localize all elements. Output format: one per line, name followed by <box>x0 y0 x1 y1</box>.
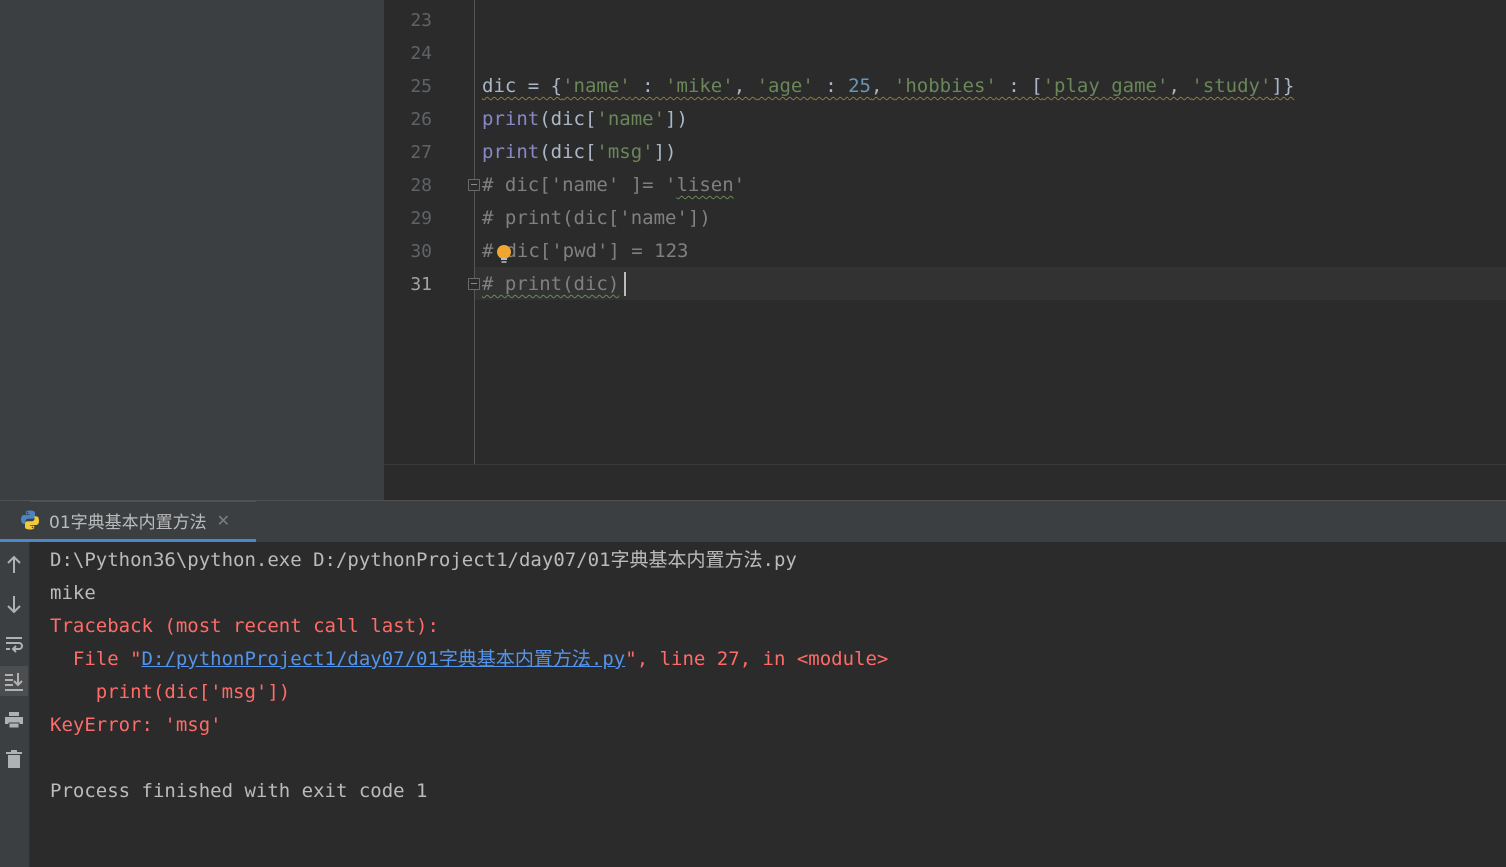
scroll-to-end-icon[interactable] <box>0 666 28 696</box>
run-tab-label: 01字典基本内置方法 <box>49 512 207 533</box>
console-command-line: D:\Python36\python.exe D:/pythonProject1… <box>50 549 797 571</box>
close-icon[interactable]: ✕ <box>217 511 230 530</box>
code-line-28[interactable]: # dic['name' ]= 'lisen' <box>482 169 745 202</box>
line-number: 25 <box>410 76 432 97</box>
line-number: 28 <box>410 175 432 196</box>
lightbulb-icon[interactable] <box>496 244 512 264</box>
process-exit-message: Process finished with exit code 1 <box>50 780 428 802</box>
error-message: KeyError: 'msg' <box>50 714 222 736</box>
fold-end-icon[interactable] <box>468 278 480 290</box>
code-line-30[interactable]: # dic['pwd'] = 123 <box>482 235 688 268</box>
current-line-highlight <box>475 267 1506 300</box>
tab-top-accent <box>30 500 256 502</box>
line-number: 26 <box>410 109 432 130</box>
line-number: 27 <box>410 142 432 163</box>
soft-wrap-icon[interactable] <box>0 628 28 658</box>
code-line-26[interactable]: print(dic['name']) <box>482 103 688 136</box>
run-tab[interactable]: 01字典基本内置方法 ✕ <box>0 500 256 542</box>
arrow-down-icon[interactable] <box>0 589 28 619</box>
traceback-code-line: print(dic['msg']) <box>50 681 291 703</box>
code-line-31[interactable]: # print(dic) <box>482 268 619 301</box>
python-icon <box>21 510 39 530</box>
console-output[interactable]: D:\Python36\python.exe D:/pythonProject1… <box>30 542 1506 867</box>
ide-window: 23 24 25 26 27 28 29 30 31 dic = {'name'… <box>0 0 1506 867</box>
line-number: 23 <box>410 10 432 31</box>
run-toolbar <box>0 542 30 867</box>
traceback-header: Traceback (most recent call last): <box>50 615 439 637</box>
console-stdout-line: mike <box>50 582 96 604</box>
line-number-gutter: 23 24 25 26 27 28 29 30 31 <box>384 0 474 464</box>
fold-start-icon[interactable] <box>468 179 480 191</box>
code-line-27[interactable]: print(dic['msg']) <box>482 136 677 169</box>
traceback-file-link[interactable]: D:/pythonProject1/day07/01字典基本内置方法.py <box>142 648 626 670</box>
print-icon[interactable] <box>0 705 28 735</box>
project-panel <box>0 0 384 500</box>
code-editor[interactable]: 23 24 25 26 27 28 29 30 31 dic = {'name'… <box>384 0 1506 500</box>
current-line-number: 31 <box>410 274 432 295</box>
line-number: 29 <box>410 208 432 229</box>
run-tool-window-header: 01字典基本内置方法 ✕ <box>0 500 1506 542</box>
arrow-up-icon[interactable] <box>0 550 28 580</box>
traceback-file-line: File "D:/pythonProject1/day07/01字典基本内置方法… <box>50 648 889 670</box>
code-line-25[interactable]: dic = {'name' : 'mike', 'age' : 25, 'hob… <box>482 70 1294 103</box>
trash-icon[interactable] <box>0 744 28 774</box>
editor-breadcrumb-strip <box>384 465 1506 500</box>
text-caret <box>624 272 626 296</box>
code-line-29[interactable]: # print(dic['name']) <box>482 202 711 235</box>
line-number: 24 <box>410 43 432 64</box>
gutter-divider <box>474 0 475 464</box>
line-number: 30 <box>410 241 432 262</box>
